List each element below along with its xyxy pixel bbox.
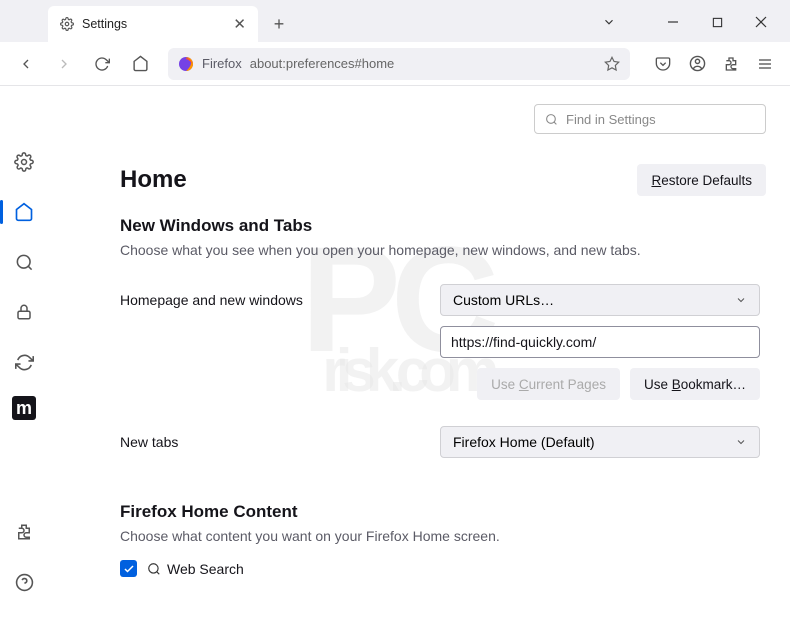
tabs-dropdown-button[interactable] xyxy=(588,6,630,38)
section-desc-fhc: Choose what content you want on your Fir… xyxy=(120,528,766,544)
newtabs-label: New tabs xyxy=(120,434,440,450)
web-search-label: Web Search xyxy=(147,561,244,577)
page-title: Home xyxy=(120,166,187,194)
sidebar-general-icon[interactable] xyxy=(8,146,40,178)
settings-main: Find in Settings Home Restore Defaults N… xyxy=(48,86,790,618)
sidebar-home-icon[interactable] xyxy=(8,196,40,228)
newtabs-select[interactable]: Firefox Home (Default) xyxy=(440,426,760,458)
sidebar-help-icon[interactable] xyxy=(8,566,40,598)
navigation-toolbar: Firefox about:preferences#home xyxy=(0,42,790,86)
extensions-icon[interactable] xyxy=(716,49,746,79)
sidebar-search-icon[interactable] xyxy=(8,246,40,278)
new-tab-button[interactable]: + xyxy=(264,9,294,39)
chevron-down-icon xyxy=(735,436,747,448)
sidebar-more-icon[interactable]: m xyxy=(12,396,36,420)
homepage-url-input[interactable] xyxy=(440,326,760,358)
url-bar[interactable]: Firefox about:preferences#home xyxy=(168,48,630,80)
restore-defaults-button[interactable]: Restore Defaults xyxy=(637,164,766,196)
pocket-icon[interactable] xyxy=(648,49,678,79)
web-search-checkbox[interactable] xyxy=(120,560,137,577)
maximize-button[interactable] xyxy=(696,6,738,38)
menu-icon[interactable] xyxy=(750,49,780,79)
tab-bar: Settings ✕ + xyxy=(0,0,790,42)
firefox-logo-icon xyxy=(178,56,194,72)
gear-icon xyxy=(60,17,74,31)
minimize-button[interactable] xyxy=(652,6,694,38)
tab-close-button[interactable]: ✕ xyxy=(233,15,246,33)
reload-button[interactable] xyxy=(86,48,118,80)
url-address: about:preferences#home xyxy=(250,56,395,71)
use-bookmark-button[interactable]: Use Bookmark… xyxy=(630,368,760,400)
section-title-nwt: New Windows and Tabs xyxy=(120,216,766,236)
homepage-label: Homepage and new windows xyxy=(120,292,440,308)
account-icon[interactable] xyxy=(682,49,712,79)
tab-title: Settings xyxy=(82,17,127,31)
search-placeholder: Find in Settings xyxy=(566,112,656,127)
forward-button[interactable] xyxy=(48,48,80,80)
find-settings-input[interactable]: Find in Settings xyxy=(534,104,766,134)
browser-tab[interactable]: Settings ✕ xyxy=(48,6,258,42)
sidebar-extensions-icon[interactable] xyxy=(8,516,40,548)
sidebar-sync-icon[interactable] xyxy=(8,346,40,378)
home-button[interactable] xyxy=(124,48,156,80)
url-identity: Firefox xyxy=(202,56,242,71)
bookmark-star-icon[interactable] xyxy=(604,56,620,72)
section-title-fhc: Firefox Home Content xyxy=(120,502,766,522)
sidebar-privacy-icon[interactable] xyxy=(8,296,40,328)
search-icon xyxy=(147,562,161,576)
settings-sidebar: m xyxy=(0,86,48,618)
homepage-select[interactable]: Custom URLs… xyxy=(440,284,760,316)
search-icon xyxy=(545,113,558,126)
back-button[interactable] xyxy=(10,48,42,80)
section-desc-nwt: Choose what you see when you open your h… xyxy=(120,242,766,258)
close-window-button[interactable] xyxy=(740,6,782,38)
chevron-down-icon xyxy=(735,294,747,306)
use-current-pages-button[interactable]: Use Current Pages xyxy=(477,368,620,400)
